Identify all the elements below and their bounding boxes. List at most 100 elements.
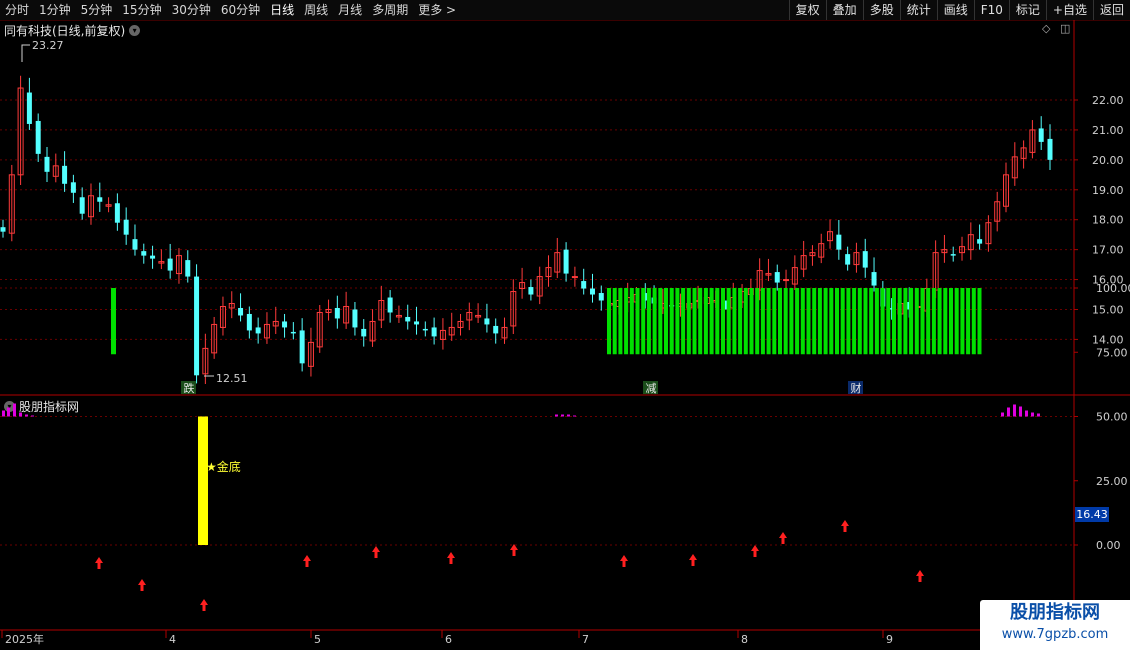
magenta-bar xyxy=(555,414,558,417)
candle-body xyxy=(871,272,877,286)
watermark-url: www.7gpzb.com xyxy=(1001,627,1109,642)
price-tick-label: 14.00 xyxy=(1092,333,1124,346)
magenta-bar xyxy=(1031,412,1034,417)
candle-body xyxy=(493,325,499,334)
candle-body xyxy=(414,321,420,325)
tab-more[interactable]: 更多 > xyxy=(413,0,461,20)
green-signal-bar xyxy=(675,288,680,355)
candle-body xyxy=(563,249,569,274)
candle-body xyxy=(79,197,85,214)
adjust-button[interactable]: 复权 xyxy=(788,0,826,20)
tab-5min[interactable]: 5分钟 xyxy=(76,0,118,20)
indicator-tick-label: 50.00 xyxy=(1096,411,1128,424)
mark-button[interactable]: 标记 xyxy=(1008,0,1046,20)
draw-line-button[interactable]: 画线 xyxy=(936,0,974,20)
candle-body xyxy=(589,288,595,295)
candle-body xyxy=(836,234,842,250)
magenta-bar xyxy=(573,415,576,417)
green-signal-bar xyxy=(937,288,942,355)
tab-monthly[interactable]: 月线 xyxy=(333,0,367,20)
candle-body xyxy=(361,328,367,337)
green-signal-bar xyxy=(954,288,959,355)
green-signal-bar xyxy=(880,288,885,355)
chart-canvas[interactable]: 14.0015.0016.0017.0018.0019.0020.0021.00… xyxy=(0,20,1130,650)
indicator-tick-label: 25.00 xyxy=(1096,475,1128,488)
green-signal-bar xyxy=(931,288,936,355)
statistics-button[interactable]: 统计 xyxy=(899,0,937,20)
candle-body xyxy=(167,258,173,271)
yellow-signal-bar xyxy=(198,416,208,545)
date-tick-label: 6 xyxy=(445,633,452,646)
green-signal-bar xyxy=(909,288,914,355)
back-button[interactable]: 返回 xyxy=(1092,0,1130,20)
tool-buttons: 复权 叠加 多股 统计 画线 F10 标记 +自选 返回 xyxy=(788,0,1130,20)
price-tick-label: 18.00 xyxy=(1092,214,1124,227)
green-signal-bar xyxy=(624,288,629,355)
red-arrow-icon xyxy=(372,546,380,558)
green-signal-bar xyxy=(635,288,640,355)
red-arrow-icon xyxy=(689,554,697,566)
candle-body xyxy=(44,156,50,172)
red-arrow-icon xyxy=(510,544,518,556)
red-arrow-icon xyxy=(447,552,455,564)
green-signal-bar xyxy=(612,288,617,355)
magenta-bar xyxy=(13,403,16,417)
indicator-tick-label: 0.00 xyxy=(1096,539,1121,552)
date-tick-label: 7 xyxy=(582,633,589,646)
green-signal-bar xyxy=(960,288,965,355)
green-signal-bar xyxy=(783,288,788,355)
candle-body xyxy=(334,307,340,319)
green-signal-bar xyxy=(926,288,931,355)
tab-weekly[interactable]: 周线 xyxy=(299,0,333,20)
green-signal-bar xyxy=(823,288,828,355)
candle-body xyxy=(62,165,68,184)
red-arrow-icon xyxy=(751,545,759,557)
green-signal-bar xyxy=(829,288,834,355)
tab-timeshare[interactable]: 分时 xyxy=(0,0,34,20)
candle-body xyxy=(422,328,428,331)
green-signal-bar xyxy=(812,288,817,355)
green-signal-bar xyxy=(669,288,674,355)
watermark: 股朋指标网 www.7gpzb.com xyxy=(980,600,1130,650)
price-tick-label: 20.00 xyxy=(1092,154,1124,167)
tab-15min[interactable]: 15分钟 xyxy=(117,0,166,20)
candle-body xyxy=(26,92,32,124)
magenta-bar xyxy=(1001,412,1004,417)
green-signal-bar xyxy=(778,288,782,355)
green-signal-bar xyxy=(806,288,811,355)
candle-body xyxy=(950,254,956,256)
tab-1min[interactable]: 1分钟 xyxy=(34,0,76,20)
green-signal-bar xyxy=(681,288,686,355)
candle-body xyxy=(132,239,138,250)
green-signal-bar xyxy=(703,288,708,355)
green-signal-bar xyxy=(766,288,771,355)
candle-body xyxy=(387,297,393,313)
date-axis: 2025年 4 5 6 7 8 9 xyxy=(1,630,893,646)
tab-60min[interactable]: 60分钟 xyxy=(216,0,265,20)
green-signal-bar xyxy=(795,288,800,355)
green-signal-bar xyxy=(914,288,919,355)
green-signal-bar xyxy=(646,288,651,355)
magenta-bar xyxy=(19,412,22,417)
candle-body xyxy=(598,293,604,301)
f10-button[interactable]: F10 xyxy=(973,0,1009,20)
magenta-bar xyxy=(1037,413,1040,417)
add-favorite-button[interactable]: +自选 xyxy=(1045,0,1093,20)
red-arrow-icon xyxy=(303,555,311,567)
candle-body xyxy=(299,330,305,364)
candle-body xyxy=(282,321,288,328)
current-value-badge: 16.43 xyxy=(1075,507,1109,522)
green-signal-bar xyxy=(852,288,857,355)
green-signal-bar xyxy=(874,288,879,355)
candle-body xyxy=(97,197,103,202)
red-arrow-icon xyxy=(95,557,103,569)
price-axis: 14.0015.0016.0017.0018.0019.0020.0021.00… xyxy=(1074,94,1124,346)
top-toolbar: 分时 1分钟 5分钟 15分钟 30分钟 60分钟 日线 周线 月线 多周期 更… xyxy=(0,0,1130,21)
tab-multi-period[interactable]: 多周期 xyxy=(367,0,413,20)
multi-stock-button[interactable]: 多股 xyxy=(862,0,900,20)
green-signal-bar xyxy=(892,288,896,355)
overlay-button[interactable]: 叠加 xyxy=(825,0,863,20)
candle-body xyxy=(0,227,6,232)
tab-daily[interactable]: 日线 xyxy=(265,0,299,20)
tab-30min[interactable]: 30分钟 xyxy=(167,0,216,20)
